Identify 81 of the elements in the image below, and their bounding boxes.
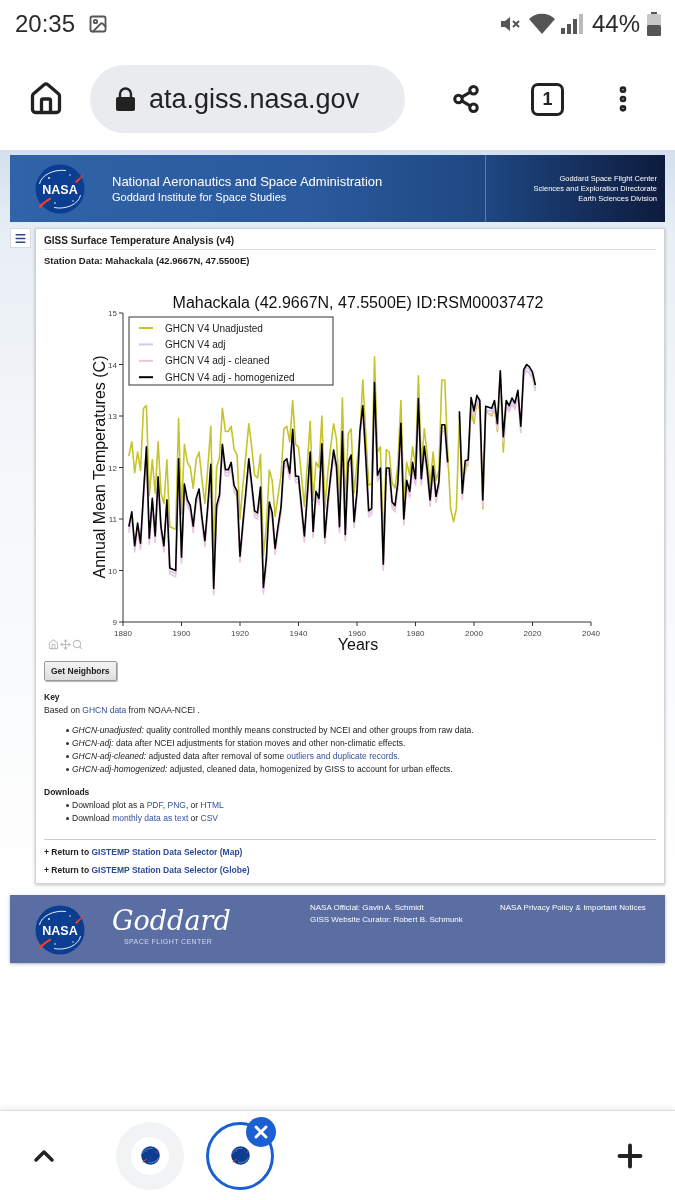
download-item: Download plot as a PDF, PNG, or HTML: [72, 799, 224, 812]
y-axis-label: Annual Mean Temperatures (C): [91, 355, 108, 579]
text-link[interactable]: GHCN data: [82, 705, 127, 715]
footer-credit: NASA Official: Gavin A. Schmidt: [310, 902, 425, 914]
key-item: GHCN-adj: data after NCEI adjustments for station moves and other non-climatic effects.: [72, 737, 406, 750]
bullet-icon: [66, 755, 69, 758]
header-subtitle: Goddard Institute for Space Studies: [112, 189, 288, 204]
text-link[interactable]: PDF: [146, 800, 163, 810]
key-item: GHCN-unadjusted: quality controlled monthly means constructed by NCEI and other groups from raw data.: [72, 724, 474, 737]
legend-label: GHCN V4 Unadjusted: [165, 322, 263, 334]
menu-icon: [14, 231, 27, 245]
station-title: Station Data: Mahackala (42.9667N, 47.5500E): [44, 254, 251, 267]
logo-text: NASA: [42, 923, 78, 938]
key-item: GHCN-adj-cleaned: adjusted data after removal of some outliers and duplicate records.: [72, 750, 400, 763]
emblem-drawing: [35, 164, 85, 213]
legend-swatch-icon: [138, 376, 154, 379]
text-link[interactable]: GISTEMP Station Data Selector (Map): [91, 847, 243, 857]
footer-credit: GISS Website Curator: Robert B. Schmunk: [310, 914, 464, 926]
bullet-icon: [66, 768, 69, 771]
tick-label: 14: [108, 360, 117, 370]
share-icon[interactable]: [451, 84, 481, 114]
text-link[interactable]: outliers and duplicate records.: [286, 751, 400, 761]
battery-icon: [647, 12, 661, 36]
legend-label: GHCN V4 adj: [165, 338, 226, 350]
text-link[interactable]: PNG: [167, 800, 186, 810]
tab-count-button[interactable]: 1: [531, 82, 564, 116]
return-line: + Return to GISTEMP Station Data Selector (Map): [44, 846, 244, 859]
x-axis-label: Years: [337, 636, 379, 653]
tick-label: 1940: [289, 629, 308, 638]
text-link[interactable]: monthly data as text: [112, 813, 189, 823]
key-item: GHCN-adj-homogenized: adjusted, cleaned data, homogenized by GISS to account for urban effects.: [72, 763, 453, 776]
return-line: + Return to GISTEMP Station Data Selector (Globe): [44, 864, 251, 877]
legend-swatch-icon: [138, 343, 154, 346]
tick-label: 2000: [465, 629, 483, 638]
signal-icon: [559, 13, 584, 35]
home-icon[interactable]: [28, 81, 64, 117]
emblem-icon: [140, 1146, 160, 1165]
tick-label: 1920: [231, 629, 249, 638]
battery-percent: 44%: [591, 10, 640, 38]
text-link[interactable]: HTML: [200, 800, 224, 810]
tick-label: 15: [108, 309, 117, 318]
download-item: Download monthly data as text or CSV: [72, 812, 218, 825]
logo-text: NASA: [42, 182, 78, 196]
legend-label: GHCN V4 adj - cleaned: [165, 355, 270, 367]
tick-label: 1880: [114, 629, 132, 638]
privacy-link[interactable]: NASA Privacy Policy & Important Notices: [500, 902, 646, 914]
menu-button[interactable]: [10, 228, 31, 248]
page-heading: GISS Surface Temperature Analysis (v4): [44, 234, 656, 250]
tick-label: 10: [108, 566, 117, 576]
tick-label: 11: [108, 515, 117, 524]
logo-script-text: Goddard: [112, 905, 231, 937]
get-neighbors-button[interactable]: Get Neighbors: [44, 661, 117, 681]
key-intro: Based on GHCN data from NOAA-NCEI .: [44, 704, 201, 717]
tick-label: 2020: [523, 629, 542, 638]
emblem-drawing: [35, 905, 85, 955]
tick-label: 9: [112, 618, 117, 627]
wifi-icon: [527, 13, 556, 35]
header-title: National Aeronautics and Space Administration: [112, 173, 383, 190]
close-icon[interactable]: [246, 1116, 276, 1147]
legend-swatch-icon: [138, 359, 154, 362]
text-link[interactable]: CSV: [200, 813, 218, 823]
tick-label: 1980: [406, 629, 425, 638]
tick-label: 12: [108, 463, 117, 473]
bullet-icon: [66, 817, 69, 820]
tick-label: 13: [108, 412, 117, 421]
emblem-icon: [230, 1146, 250, 1165]
address-bar[interactable]: ata.giss.nasa.gov: [90, 65, 405, 133]
status-time: 20:35: [15, 10, 76, 38]
tick-label: 1960: [348, 629, 366, 638]
tick-label: 1900: [172, 629, 191, 638]
tick-label: 2040: [582, 629, 600, 638]
legend-label: GHCN V4 adj - homogenized: [165, 371, 295, 383]
gallery-icon: [88, 14, 109, 34]
section-heading: Key: [44, 691, 61, 704]
chart-title: Mahackala (42.9667N, 47.5500E) ID:RSM00037472: [172, 294, 544, 311]
bullet-icon: [66, 804, 69, 807]
bullet-icon: [66, 742, 69, 745]
bullet-icon: [66, 729, 69, 732]
section-heading: Downloads: [44, 786, 91, 799]
text-link[interactable]: GISTEMP Station Data Selector (Globe): [91, 865, 250, 875]
lock-icon: [116, 87, 135, 111]
